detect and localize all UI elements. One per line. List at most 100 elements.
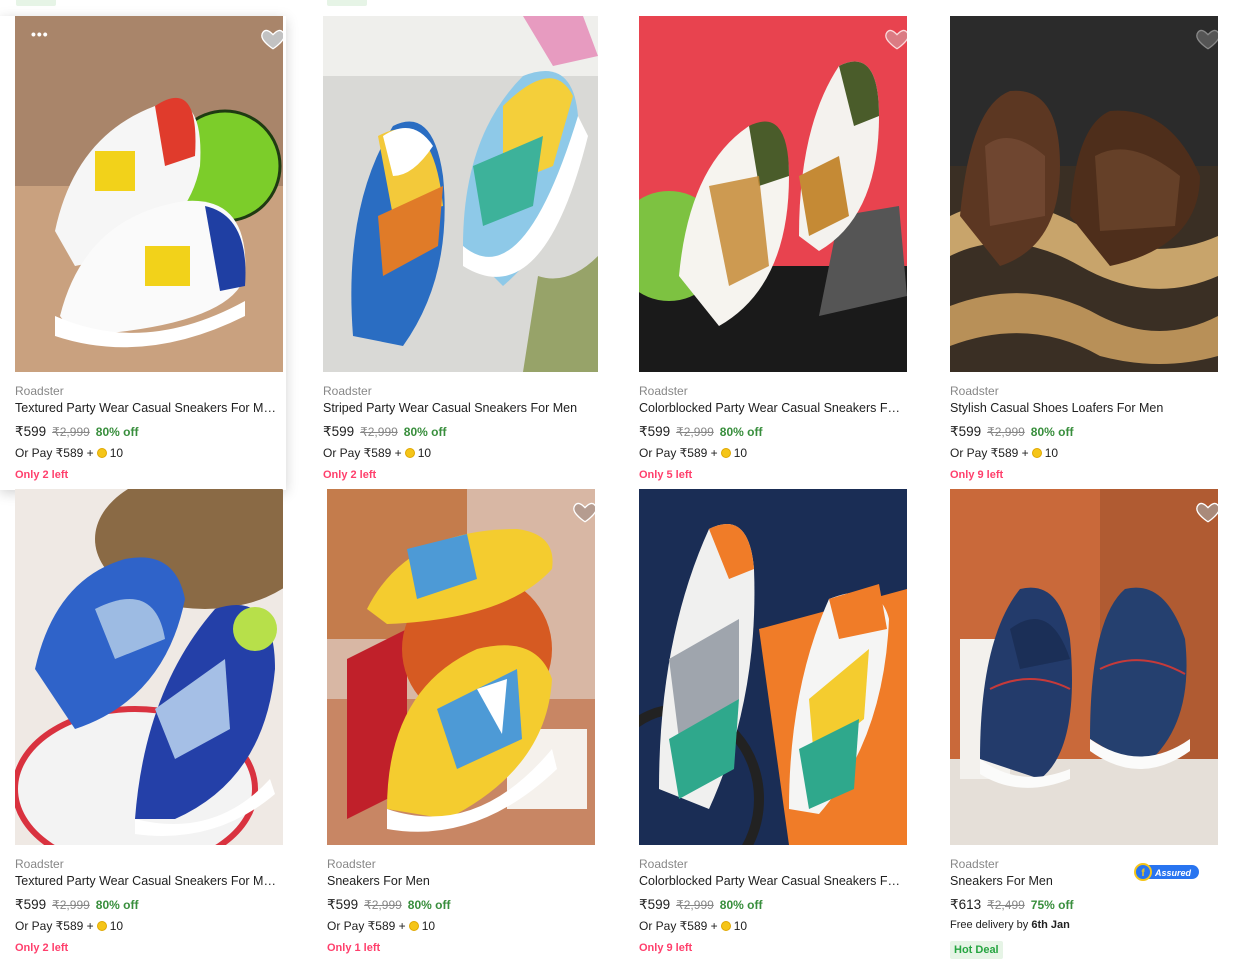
product-price: ₹599 bbox=[950, 424, 982, 439]
product-price: ₹599 bbox=[323, 424, 355, 439]
stock-warning: Only 5 left bbox=[639, 469, 693, 481]
product-card[interactable]: ••• Roadster Textured Party Wear Casual … bbox=[0, 16, 286, 490]
product-card[interactable]: Roadster Sneakers For Men ₹599 ₹2,999 80… bbox=[312, 489, 598, 959]
stock-warning: Only 2 left bbox=[15, 942, 69, 954]
heart-icon[interactable] bbox=[884, 26, 907, 52]
product-brand: Roadster bbox=[323, 384, 372, 398]
product-brand: Roadster bbox=[639, 857, 688, 871]
product-mrp: ₹2,999 bbox=[676, 898, 714, 912]
product-image[interactable]: ••• bbox=[15, 16, 283, 372]
pay-prefix: Or Pay ₹589 + bbox=[950, 446, 1029, 460]
pay-coins: 10 bbox=[109, 919, 124, 933]
heart-icon[interactable] bbox=[572, 499, 595, 525]
product-mrp: ₹2,999 bbox=[52, 425, 90, 439]
product-title[interactable]: Colorblocked Party Wear Casual Sneakers … bbox=[639, 874, 901, 888]
supercoin-pay-row: Or Pay ₹589 + 10 bbox=[327, 919, 435, 933]
price-row: ₹599 ₹2,999 80% off bbox=[15, 424, 138, 440]
product-price: ₹599 bbox=[15, 424, 47, 439]
pay-prefix: Or Pay ₹589 + bbox=[639, 446, 718, 460]
delivery-prefix: Free delivery by bbox=[950, 919, 1029, 931]
product-image[interactable] bbox=[950, 16, 1218, 372]
product-brand: Roadster bbox=[15, 384, 64, 398]
more-options-icon[interactable]: ••• bbox=[31, 26, 49, 42]
pay-prefix: Or Pay ₹589 + bbox=[639, 919, 718, 933]
supercoin-pay-row: Or Pay ₹589 + 10 bbox=[15, 919, 123, 933]
price-row: ₹599 ₹2,999 80% off bbox=[639, 424, 762, 440]
product-image[interactable] bbox=[15, 489, 283, 845]
supercoin-icon bbox=[408, 921, 419, 931]
product-card[interactable]: Roadster Colorblocked Party Wear Casual … bbox=[624, 489, 910, 959]
product-discount: 80% off bbox=[95, 898, 139, 912]
product-image[interactable] bbox=[639, 16, 907, 372]
product-image[interactable] bbox=[323, 16, 598, 372]
stock-warning: Only 9 left bbox=[950, 469, 1004, 481]
product-title[interactable]: Striped Party Wear Casual Sneakers For M… bbox=[323, 401, 585, 415]
supercoin-pay-row: Or Pay ₹589 + 10 bbox=[950, 446, 1058, 460]
product-card[interactable]: Roadster Textured Party Wear Casual Snea… bbox=[0, 489, 286, 959]
supercoin-icon bbox=[1031, 448, 1042, 458]
product-brand: Roadster bbox=[639, 384, 688, 398]
pay-prefix: Or Pay ₹589 + bbox=[323, 446, 402, 460]
product-card[interactable]: Roadster Sneakers For Men f Assured ₹613… bbox=[935, 489, 1221, 959]
stock-warning: Only 2 left bbox=[323, 469, 377, 481]
hot-deal-badge-partial bbox=[16, 0, 56, 6]
product-discount: 75% off bbox=[1030, 898, 1074, 912]
product-discount: 80% off bbox=[403, 425, 447, 439]
pay-prefix: Or Pay ₹589 + bbox=[15, 446, 94, 460]
product-brand: Roadster bbox=[327, 857, 376, 871]
product-price: ₹599 bbox=[639, 424, 671, 439]
product-discount: 80% off bbox=[95, 425, 139, 439]
product-mrp: ₹2,999 bbox=[987, 425, 1025, 439]
product-discount: 80% off bbox=[407, 898, 451, 912]
product-title[interactable]: Colorblocked Party Wear Casual Sneakers … bbox=[639, 401, 901, 415]
product-card[interactable]: Roadster Colorblocked Party Wear Casual … bbox=[624, 16, 910, 486]
product-brand: Roadster bbox=[950, 384, 999, 398]
product-title[interactable]: Textured Party Wear Casual Sneakers For … bbox=[15, 401, 277, 415]
hot-deal-badge-partial bbox=[327, 0, 367, 6]
delivery-info: Free delivery by 6th Jan bbox=[950, 919, 1070, 931]
price-row: ₹599 ₹2,999 80% off bbox=[639, 897, 762, 913]
product-mrp: ₹2,999 bbox=[360, 425, 398, 439]
pay-coins: 10 bbox=[733, 446, 748, 460]
product-image[interactable] bbox=[950, 489, 1218, 845]
product-title[interactable]: Textured Party Wear Casual Sneakers For … bbox=[15, 874, 277, 888]
product-mrp: ₹2,999 bbox=[676, 425, 714, 439]
price-row: ₹599 ₹2,999 80% off bbox=[327, 897, 450, 913]
product-image[interactable] bbox=[327, 489, 595, 845]
heart-icon[interactable] bbox=[1195, 499, 1218, 525]
product-mrp: ₹2,999 bbox=[364, 898, 402, 912]
price-row: ₹613 ₹2,499 75% off bbox=[950, 897, 1073, 913]
hot-deal-badge: Hot Deal bbox=[950, 941, 1003, 959]
product-card[interactable]: Roadster Stylish Casual Shoes Loafers Fo… bbox=[935, 16, 1221, 486]
product-discount: 80% off bbox=[1030, 425, 1074, 439]
pay-coins: 10 bbox=[733, 919, 748, 933]
product-brand: Roadster bbox=[15, 857, 64, 871]
supercoin-icon bbox=[404, 448, 415, 458]
supercoin-pay-row: Or Pay ₹589 + 10 bbox=[639, 446, 747, 460]
product-image[interactable] bbox=[639, 489, 907, 845]
product-price: ₹599 bbox=[327, 897, 359, 912]
product-price: ₹599 bbox=[639, 897, 671, 912]
product-price: ₹599 bbox=[15, 897, 47, 912]
heart-icon[interactable] bbox=[1195, 26, 1218, 52]
product-price: ₹613 bbox=[950, 897, 982, 912]
price-row: ₹599 ₹2,999 80% off bbox=[950, 424, 1073, 440]
heart-icon[interactable] bbox=[260, 26, 283, 52]
supercoin-pay-row: Or Pay ₹589 + 10 bbox=[15, 446, 123, 460]
pay-prefix: Or Pay ₹589 + bbox=[327, 919, 406, 933]
assured-badge: f Assured bbox=[1133, 862, 1201, 882]
price-row: ₹599 ₹2,999 80% off bbox=[15, 897, 138, 913]
delivery-date: 6th Jan bbox=[1031, 919, 1070, 931]
product-mrp: ₹2,499 bbox=[987, 898, 1025, 912]
product-title[interactable]: Sneakers For Men bbox=[327, 874, 589, 888]
pay-coins: 10 bbox=[421, 919, 436, 933]
product-title[interactable]: Stylish Casual Shoes Loafers For Men bbox=[950, 401, 1212, 415]
pay-coins: 10 bbox=[417, 446, 432, 460]
supercoin-icon bbox=[96, 921, 107, 931]
product-brand: Roadster bbox=[950, 857, 999, 871]
supercoin-icon bbox=[720, 448, 731, 458]
assured-label: Assured bbox=[1154, 868, 1192, 878]
price-row: ₹599 ₹2,999 80% off bbox=[323, 424, 446, 440]
product-discount: 80% off bbox=[719, 898, 763, 912]
product-card[interactable]: Roadster Striped Party Wear Casual Sneak… bbox=[308, 16, 598, 486]
